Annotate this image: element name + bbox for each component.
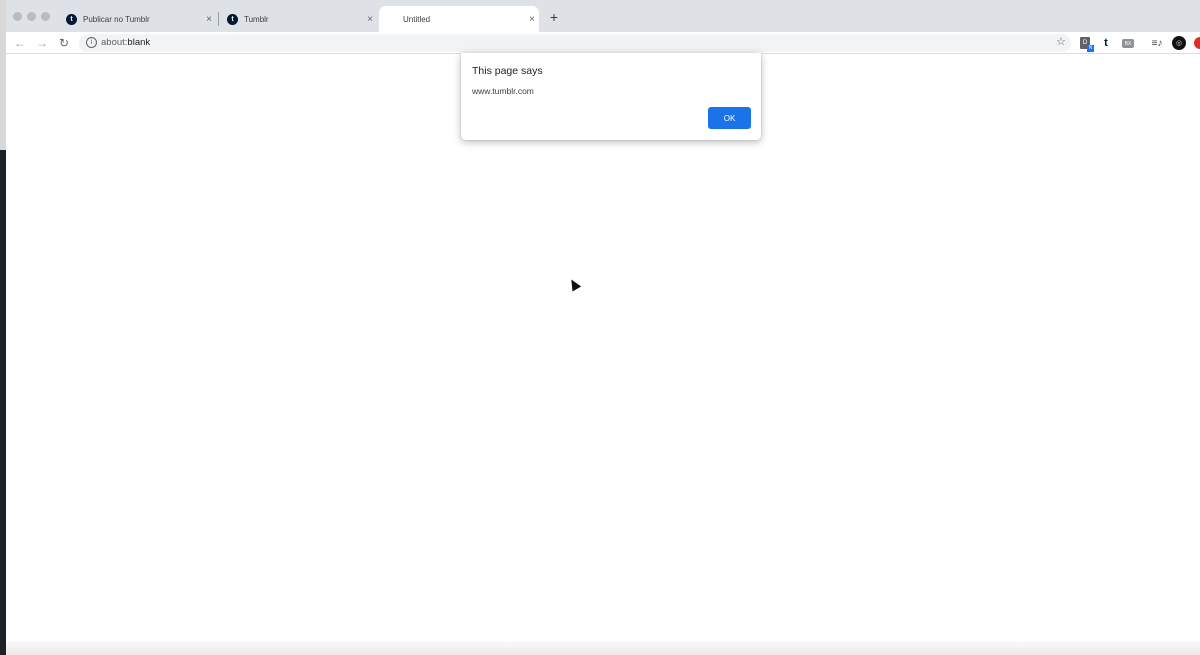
doc-extension-icon[interactable]: D N [1080, 37, 1094, 52]
close-icon[interactable]: × [202, 12, 216, 26]
window-bottom-edge [6, 641, 1200, 655]
tumblr-icon: t [227, 13, 238, 25]
minimize-window-button[interactable] [27, 12, 36, 21]
red-extension-icon[interactable] [1194, 37, 1200, 49]
tumblr-icon: t [66, 13, 77, 25]
tumblr-extension-icon[interactable]: t [1101, 37, 1111, 49]
toolbar: ← → ↻ i about:blank ☆ D N t BX ≡♪ ◎ [6, 32, 1200, 54]
dialog-title: This page says [472, 65, 543, 77]
playlist-extension-icon[interactable]: ≡♪ [1151, 37, 1163, 49]
reload-icon[interactable]: ↻ [56, 35, 72, 51]
tab-strip: t Publicar no Tumblr × t Tumblr × Untitl… [6, 0, 1200, 32]
tab-publicar-no-tumblr[interactable]: t Publicar no Tumblr × [60, 6, 216, 32]
back-icon[interactable]: ← [12, 35, 28, 51]
close-icon[interactable]: × [363, 12, 377, 26]
tab-title: Publicar no Tumblr [83, 14, 150, 24]
bookmark-star-icon[interactable]: ☆ [1056, 35, 1066, 48]
blank-page-content [6, 55, 1200, 655]
ok-button[interactable]: OK [708, 107, 751, 129]
new-tab-button[interactable]: + [547, 10, 561, 24]
browser-window: t Publicar no Tumblr × t Tumblr × Untitl… [6, 0, 1200, 655]
info-icon[interactable]: i [86, 37, 97, 48]
url-text: about:blank [101, 37, 151, 48]
tab-separator [218, 12, 219, 26]
forward-icon[interactable]: → [34, 35, 50, 51]
address-bar[interactable]: i about:blank ☆ [79, 34, 1071, 52]
tab-untitled[interactable]: Untitled × [379, 6, 539, 32]
extension-badge: N [1087, 45, 1094, 52]
zoom-window-button[interactable] [41, 12, 50, 21]
javascript-alert-dialog: This page says www.tumblr.com OK [461, 53, 761, 140]
close-window-button[interactable] [13, 12, 22, 21]
tab-title: Untitled [403, 14, 431, 24]
box-extension-icon[interactable]: BX [1122, 39, 1134, 48]
tab-title: Tumblr [244, 14, 269, 24]
close-icon[interactable]: × [525, 12, 539, 26]
avatar-extension-icon[interactable]: ◎ [1172, 36, 1186, 50]
tab-tumblr[interactable]: t Tumblr × [221, 6, 377, 32]
dialog-message: www.tumblr.com [472, 86, 534, 96]
